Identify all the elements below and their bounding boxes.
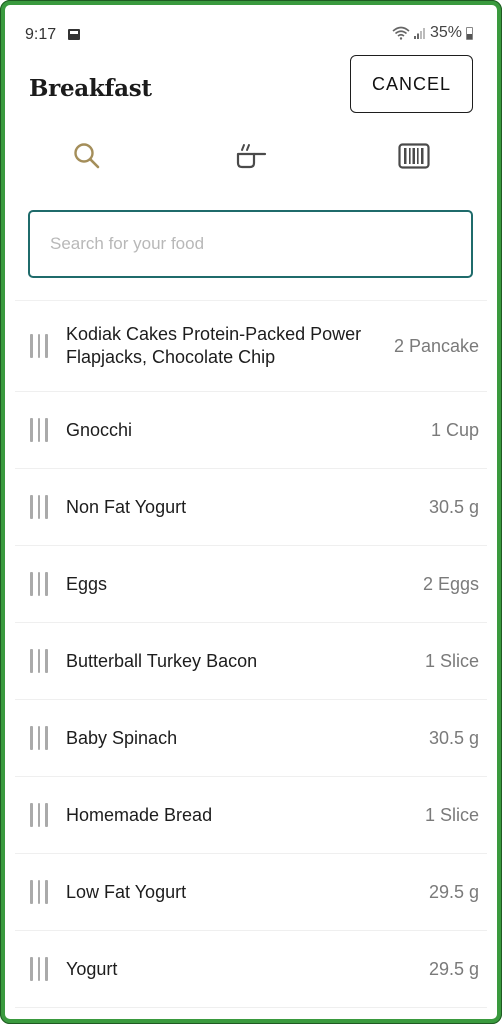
food-list-item[interactable]: Yogurt 29.5 g: [15, 931, 487, 1008]
food-list-item[interactable]: Non Fat Yogurt 30.5 g: [15, 469, 487, 546]
food-name: Eggs: [66, 573, 108, 594]
app-screen: 9:17 35% Breakfast CANCEL Search for you…: [0, 0, 502, 1024]
drag-handle-icon[interactable]: [28, 880, 50, 904]
food-amount: 1 Slice: [424, 650, 479, 671]
food-amount: 2 Pancake: [393, 335, 479, 356]
drag-handle-icon[interactable]: [28, 572, 50, 596]
food-amount: 1 Cup: [430, 419, 479, 440]
cooking-pot-icon: [236, 144, 267, 169]
drag-handle-icon[interactable]: [28, 495, 50, 519]
drag-handle-icon[interactable]: [28, 649, 50, 673]
food-name: Butterball Turkey Bacon: [66, 650, 258, 671]
drag-handle-icon[interactable]: [28, 418, 50, 442]
page-title: Breakfast: [29, 75, 152, 102]
signal-icon: [413, 28, 425, 39]
food-list-item[interactable]: Gnocchi 1 Cup: [15, 392, 487, 469]
status-bar: 9:17 35%: [5, 5, 497, 55]
image-icon: [68, 29, 80, 40]
food-name: Homemade Bread: [66, 804, 213, 825]
drag-handle-icon[interactable]: [28, 803, 50, 827]
cancel-button[interactable]: CANCEL: [350, 55, 473, 113]
drag-handle-icon[interactable]: [28, 726, 50, 750]
food-list-item[interactable]: Butterball Turkey Bacon 1 Slice: [15, 623, 487, 700]
food-amount: 1 Slice: [424, 804, 479, 825]
food-name: Baby Spinach: [66, 727, 178, 748]
food-name: Non Fat Yogurt: [66, 496, 187, 517]
barcode-icon: [398, 143, 430, 169]
status-time: 9:17: [25, 26, 57, 43]
food-amount: 29.5 g: [428, 881, 479, 902]
food-list-item[interactable]: Eggs 2 Eggs: [15, 546, 487, 623]
food-amount: 2 Eggs: [422, 573, 479, 594]
food-name: Low Fat Yogurt: [66, 881, 187, 902]
food-name: Yogurt: [66, 958, 118, 979]
tab-barcode[interactable]: [384, 133, 444, 179]
battery-percent: 35%: [429, 24, 462, 41]
wifi-icon: [392, 26, 410, 40]
drag-handle-icon[interactable]: [28, 334, 50, 358]
food-amount: 30.5 g: [428, 727, 479, 748]
food-amount: 29.5 g: [428, 958, 479, 979]
search-input[interactable]: [30, 212, 471, 276]
food-list-item[interactable]: Homemade Bread 1 Slice: [15, 777, 487, 854]
tab-search[interactable]: [57, 133, 117, 179]
food-name: Kodiak Cakes Protein-Packed Power Flapja…: [66, 324, 362, 367]
food-name: Gnocchi: [66, 419, 133, 440]
food-list-item[interactable]: Baby Spinach 30.5 g: [15, 700, 487, 777]
battery-icon: [466, 26, 473, 40]
mode-tabs: [5, 133, 497, 179]
tab-recipes[interactable]: [221, 133, 281, 179]
food-list-item[interactable]: Low Fat Yogurt 29.5 g: [15, 854, 487, 931]
status-indicators: 35%: [392, 24, 473, 42]
food-amount: 30.5 g: [428, 496, 479, 517]
search-icon: [74, 143, 100, 169]
search-field: [28, 210, 473, 278]
food-list: Kodiak Cakes Protein-Packed Power Flapja…: [15, 300, 487, 1008]
food-list-item[interactable]: Kodiak Cakes Protein-Packed Power Flapja…: [15, 301, 487, 392]
drag-handle-icon[interactable]: [28, 957, 50, 981]
